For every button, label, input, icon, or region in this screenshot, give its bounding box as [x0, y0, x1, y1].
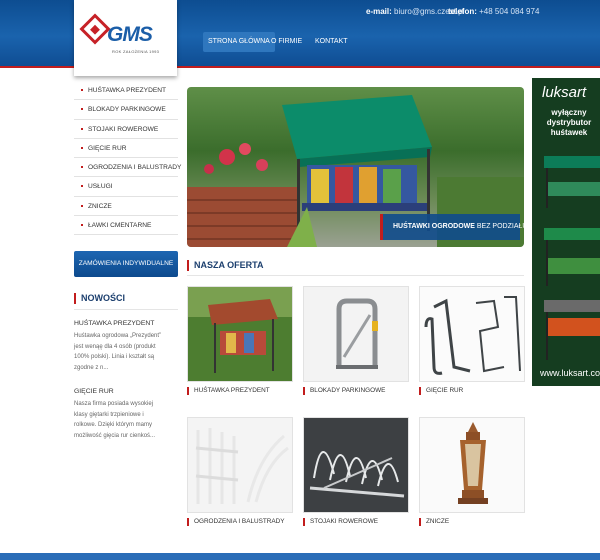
bike-rack-image [304, 418, 408, 512]
fence-railing-image [188, 418, 292, 512]
hero-caption-bold: HUŚTAWKI OGRODOWE [393, 223, 475, 230]
sidebar-item-znicze[interactable]: ZNICZE [74, 197, 178, 217]
sidebar-item-hustawka[interactable]: HUŚTAWKA PREZYDENT [74, 81, 178, 101]
footer-bar [0, 553, 600, 560]
product-label[interactable]: GIĘCIE RUR [419, 387, 463, 395]
product-label[interactable]: ZNICZE [419, 518, 449, 526]
product-thumb-stojaki[interactable] [303, 417, 409, 513]
sidebar-menu: HUŚTAWKA PREZYDENT BLOKADY PARKINGOWE ST… [74, 81, 181, 236]
sidebar-item-uslugi[interactable]: USŁUGI [74, 177, 178, 197]
offer-heading: NASZA OFERTA [187, 260, 264, 271]
banner-swings-image [544, 156, 600, 360]
product-thumb-ogrodzenia[interactable] [187, 417, 293, 513]
grave-lantern-image [420, 418, 524, 512]
hero-caption[interactable]: HUŚTAWKI OGRODOWE BEZ PODZIAŁU [380, 214, 527, 240]
bent-pipes-image [420, 287, 524, 381]
product-thumb-znicze[interactable] [419, 417, 525, 513]
logo-text: GMS [107, 23, 153, 46]
news-divider [74, 309, 178, 310]
sidebar-item-giecie[interactable]: GIĘCIE RUR [74, 139, 178, 159]
news-item-title[interactable]: GIĘCIE RUR [74, 388, 114, 395]
email-label: e-mail: [366, 7, 392, 16]
phone-value: +48 504 084 974 [479, 7, 540, 16]
news-item-text: Nasza firma posiada wysokiej klasy gięta… [74, 401, 156, 439]
hero-caption-rest: BEZ PODZIAŁU [474, 223, 528, 230]
offer-divider [187, 275, 524, 276]
nav-about[interactable]: O FIRMIE [266, 32, 307, 52]
nav-home[interactable]: STRONA GŁÓWNA [203, 32, 275, 52]
news-item-title[interactable]: HUŚTAWKA PREZYDENT [74, 320, 154, 327]
product-label[interactable]: HUŚTAWKA PREZYDENT [187, 387, 270, 395]
product-label[interactable]: STOJAKI ROWEROWE [303, 518, 378, 526]
logo-subtitle: ROK ZAŁOŻENIA 1993 [112, 49, 160, 54]
phone-contact: telefon: +48 504 084 974 [448, 7, 539, 16]
product-thumb-blokady[interactable] [303, 286, 409, 382]
banner-url: www.luksart.com [540, 368, 600, 378]
parking-barrier-image [304, 287, 408, 381]
custom-orders-button[interactable]: ZAMÓWIENIA INDYWIDUALNE [74, 251, 178, 277]
product-thumb-hustawka[interactable] [187, 286, 293, 382]
luksart-banner[interactable]: luksart wyłączny dystrybutor huśtawek ww… [532, 78, 600, 386]
sidebar-item-stojaki[interactable]: STOJAKI ROWEROWE [74, 120, 178, 139]
logo[interactable]: GMS ROK ZAŁOŻENIA 1993 [74, 0, 177, 76]
phone-label: telefon: [448, 7, 477, 16]
product-label[interactable]: OGRODZENIA I BALUSTRADY [187, 518, 285, 526]
news-item-text: Huśtawka ogrodowa „Prezydent” jest wenąę… [74, 333, 162, 371]
sidebar-item-lawki[interactable]: ŁAWKI CMENTARNE [74, 216, 178, 236]
sidebar-item-blokady[interactable]: BLOKADY PARKINGOWE [74, 100, 178, 120]
sidebar-item-ogrodzenia[interactable]: OGRODZENIA I BALUSTRADY [74, 158, 181, 178]
nav-contact[interactable]: KONTAKT [310, 32, 353, 52]
product-label[interactable]: BLOKADY PARKINGOWE [303, 387, 385, 395]
product-thumb-giecie[interactable] [419, 286, 525, 382]
logo-diamond-icon [79, 13, 111, 45]
news-heading: NOWOŚCI [74, 293, 125, 304]
swing-image [188, 287, 292, 381]
